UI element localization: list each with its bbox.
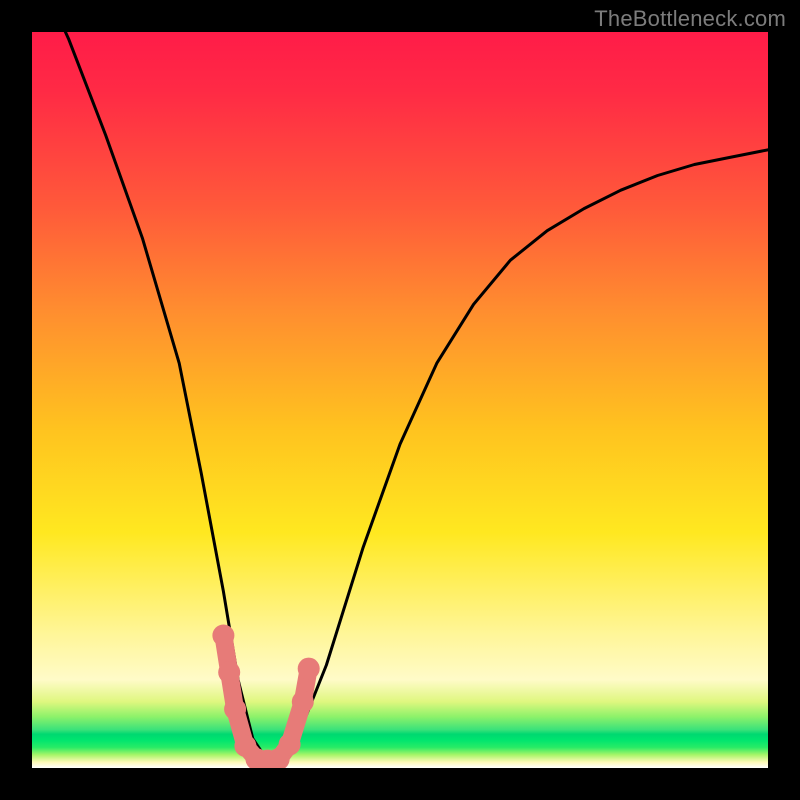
curve-marker bbox=[292, 691, 314, 713]
curve-marker bbox=[212, 625, 234, 647]
bottleneck-curve-path bbox=[32, 32, 768, 761]
plot-area bbox=[32, 32, 768, 768]
curve-marker bbox=[224, 698, 246, 720]
attribution-watermark: TheBottleneck.com bbox=[594, 6, 786, 32]
curve-marker bbox=[298, 658, 320, 680]
bottleneck-curve bbox=[32, 32, 768, 768]
curve-marker bbox=[279, 733, 301, 755]
chart-frame: TheBottleneck.com bbox=[0, 0, 800, 800]
curve-marker bbox=[218, 661, 240, 683]
